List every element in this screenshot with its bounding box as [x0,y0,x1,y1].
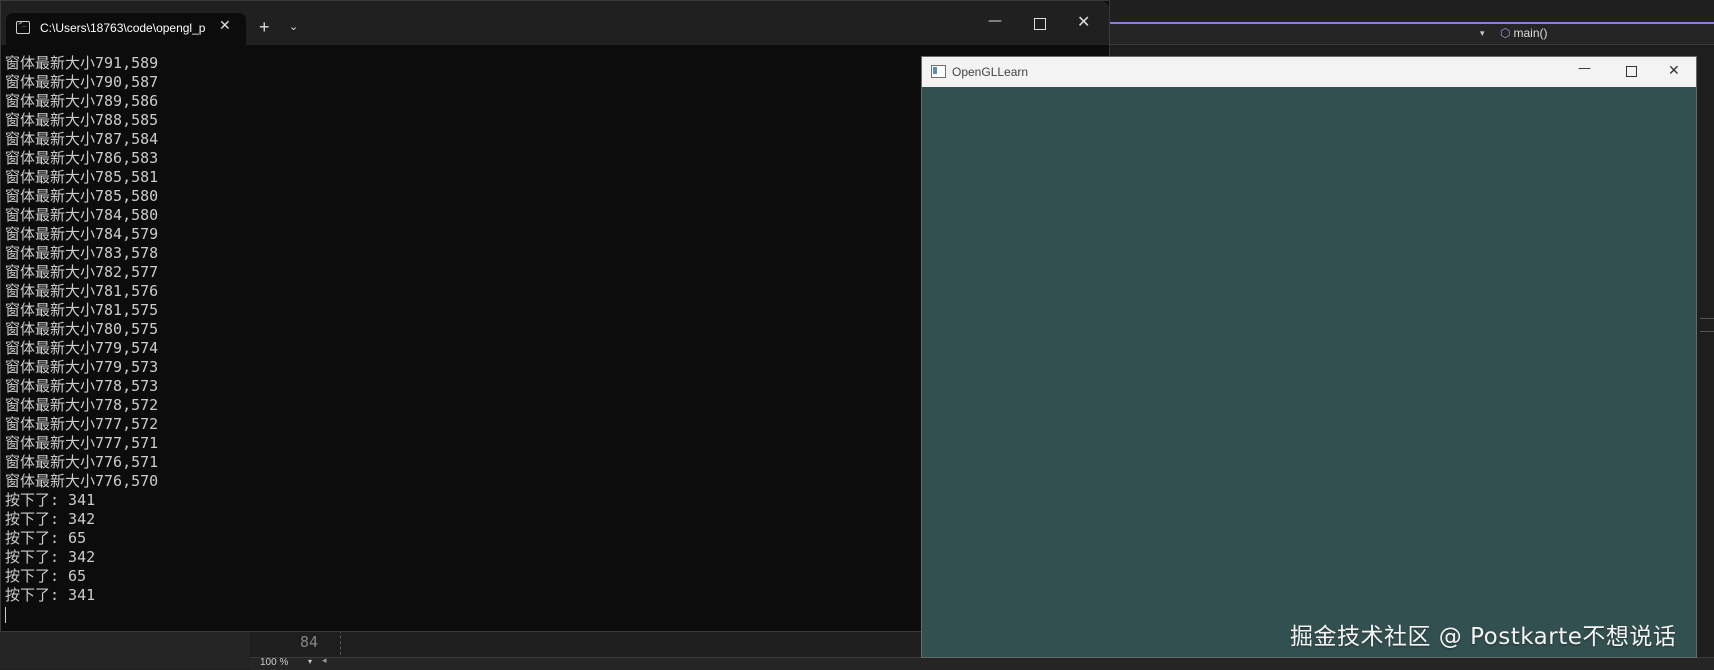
chevron-down-icon[interactable]: ⌄ [289,20,298,33]
terminal-icon [16,19,30,34]
terminal-line: 窗体最新大小777,572 [5,415,159,433]
line-number: 84 [300,633,319,651]
terminal-line: 按下了: 342 [5,548,96,566]
new-tab-button[interactable]: + [259,17,270,38]
opengl-window-title: OpenGLLearn [952,65,1029,79]
terminal-line: 窗体最新大小781,576 [5,282,159,300]
function-selector[interactable]: ⬡ main() [1500,26,1548,40]
terminal-line: 窗体最新大小777,571 [5,434,159,452]
maximize-icon[interactable] [1626,66,1637,77]
terminal-line: 窗体最新大小786,583 [5,149,159,167]
terminal-line: 窗体最新大小791,589 [5,54,159,72]
terminal-tab-title: C:\Users\18763\code\opengl_p [40,21,206,35]
function-selector-label: main() [1513,26,1548,40]
maximize-icon[interactable] [1034,18,1046,30]
ide-navigation-bar [1016,24,1714,45]
opengl-window[interactable]: OpenGLLearn — ✕ [921,56,1697,658]
terminal-line: 窗体最新大小780,575 [5,320,159,338]
terminal-line: 窗体最新大小779,573 [5,358,159,376]
terminal-line: 窗体最新大小782,577 [5,263,159,281]
terminal-line: 窗体最新大小778,573 [5,377,159,395]
text-cursor [5,607,6,623]
opengl-titlebar[interactable]: OpenGLLearn — ✕ [922,57,1696,87]
minimize-icon[interactable]: — [988,13,1002,29]
opengl-viewport[interactable] [922,87,1696,657]
minimize-icon[interactable]: — [1578,61,1591,76]
terminal-line: 按下了: 65 [5,529,87,547]
terminal-line: 窗体最新大小776,571 [5,453,159,471]
terminal-line: 窗体最新大小785,581 [5,168,159,186]
terminal-line: 窗体最新大小785,580 [5,187,159,205]
close-icon[interactable]: ✕ [1077,12,1090,32]
terminal-line: 窗体最新大小776,570 [5,472,159,490]
app-window-icon [931,65,946,78]
indent-guide [340,630,342,655]
terminal-line: 按下了: 342 [5,510,96,528]
cube-icon: ⬡ [1500,26,1511,40]
terminal-line: 按下了: 341 [5,491,96,509]
terminal-line: 窗体最新大小787,584 [5,130,159,148]
terminal-line: 窗体最新大小789,586 [5,92,159,110]
terminal-line: 窗体最新大小783,578 [5,244,159,262]
close-icon[interactable]: ✕ [1668,62,1680,79]
watermark: 掘金技术社区 @ Postkarte不想说话 [1290,624,1677,650]
terminal-line: 按下了: 65 [5,567,87,585]
chevron-down-icon[interactable]: ▾ [308,657,312,666]
terminal-titlebar[interactable]: C:\Users\18763\code\opengl_p ✕ + ⌄ — ✕ [1,1,1109,45]
close-icon[interactable]: ✕ [219,18,231,34]
terminal-output[interactable]: 窗体最新大小791,589 窗体最新大小790,587 窗体最新大小789,586 窗… [5,54,905,623]
chevron-down-icon[interactable]: ▾ [1480,29,1485,39]
terminal-line: 窗体最新大小778,572 [5,396,159,414]
ide-status-bar [250,657,1714,670]
terminal-line: 窗体最新大小790,587 [5,73,159,91]
terminal-line: 窗体最新大小784,580 [5,206,159,224]
terminal-line: 窗体最新大小779,574 [5,339,159,357]
ide-top-strip [1016,0,1714,22]
scroll-left-icon[interactable]: ◂ [322,656,327,666]
ide-left-panel [0,630,250,669]
terminal-line: 窗体最新大小781,575 [5,301,159,319]
terminal-line: 窗体最新大小788,585 [5,111,159,129]
scrollbar-marker [1700,318,1714,332]
terminal-tab[interactable]: C:\Users\18763\code\opengl_p ✕ [6,13,246,45]
terminal-line: 窗体最新大小784,579 [5,225,159,243]
zoom-level[interactable]: 100 % [260,657,288,668]
terminal-line: 按下了: 341 [5,586,96,604]
